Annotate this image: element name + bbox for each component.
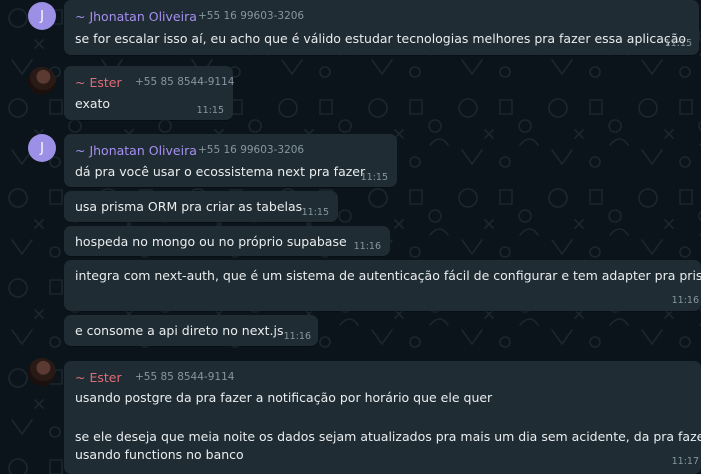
message-time: 11:15 bbox=[664, 38, 692, 49]
message-bubble[interactable]: e consome a api direto no next.js 11:16 bbox=[64, 315, 318, 346]
message-text-line: usando postgre da pra fazer a notificaçã… bbox=[75, 390, 493, 405]
message-text: exato bbox=[75, 96, 111, 111]
sender-phone: +55 85 8544-9114 bbox=[135, 76, 235, 88]
sender-name[interactable]: ~ Jhonatan Oliveira bbox=[75, 143, 197, 158]
sender-name[interactable]: ~ Ester bbox=[75, 75, 122, 90]
message-text: dá pra você usar o ecossistema next pra … bbox=[75, 164, 366, 179]
message-text: integra com next-auth, que é um sistema … bbox=[75, 268, 701, 283]
avatar-ester[interactable] bbox=[28, 358, 56, 386]
avatar-jhonatan[interactable]: J bbox=[28, 2, 56, 30]
message-bubble[interactable]: ~ Jhonatan Oliveira +55 16 99603-3206 dá… bbox=[64, 134, 397, 187]
message-time: 11:16 bbox=[671, 295, 699, 306]
avatar-ester[interactable] bbox=[28, 67, 56, 95]
message-bubble[interactable]: hospeda no mongo ou no próprio supabase … bbox=[64, 226, 390, 256]
message-time: 11:15 bbox=[301, 207, 329, 218]
message-bubble[interactable]: ~ Jhonatan Oliveira +55 16 99603-3206 se… bbox=[64, 0, 699, 55]
sender-phone: +55 16 99603-3206 bbox=[198, 144, 305, 156]
sender-phone: +55 85 8544-9114 bbox=[135, 371, 235, 383]
message-time: 11:15 bbox=[196, 105, 224, 116]
message-text: hospeda no mongo ou no próprio supabase bbox=[75, 234, 347, 249]
message-time: 11:16 bbox=[353, 241, 381, 252]
message-text: e consome a api direto no next.js bbox=[75, 323, 284, 338]
sender-phone: +55 16 99603-3206 bbox=[198, 10, 305, 22]
message-text: usa prisma ORM pra criar as tabelas bbox=[75, 199, 303, 214]
message-bubble[interactable]: integra com next-auth, que é um sistema … bbox=[64, 260, 701, 311]
message-time: 11:16 bbox=[283, 331, 311, 342]
message-text: se for escalar isso aí, eu acho que é vá… bbox=[75, 31, 687, 46]
message-text-line: se ele deseja que meia noite os dados se… bbox=[75, 429, 701, 444]
sender-name[interactable]: ~ Ester bbox=[75, 370, 122, 385]
message-time: 11:17 bbox=[671, 456, 699, 467]
sender-name[interactable]: ~ Jhonatan Oliveira bbox=[75, 9, 197, 24]
message-bubble[interactable]: usa prisma ORM pra criar as tabelas 11:1… bbox=[64, 191, 338, 222]
message-bubble[interactable]: ~ Ester +55 85 8544-9114 usando postgre … bbox=[64, 361, 701, 474]
avatar-jhonatan[interactable]: J bbox=[28, 134, 56, 162]
message-text-line: usando functions no banco bbox=[75, 447, 244, 462]
message-bubble[interactable]: ~ Ester +55 85 8544-9114 exato 11:15 bbox=[64, 66, 235, 120]
message-time: 11:15 bbox=[360, 172, 388, 183]
